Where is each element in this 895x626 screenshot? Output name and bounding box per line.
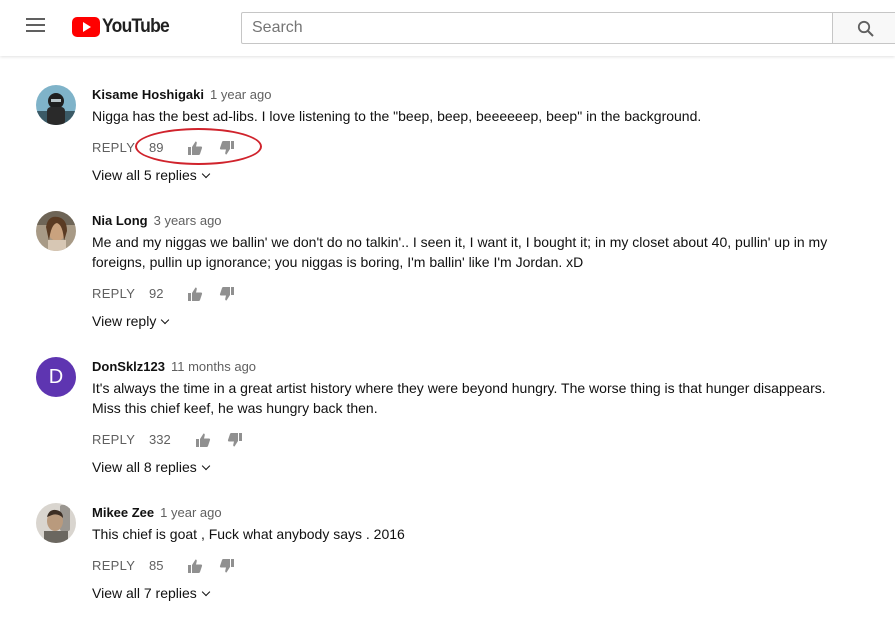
view-replies-label: View all 8 replies [92,459,197,475]
like-count: 85 [149,558,164,573]
like-icon[interactable] [187,286,203,302]
author-name[interactable]: DonSklz123 [92,359,165,374]
comment-text: It's always the time in a great artist h… [92,380,826,416]
chevron-down-icon [201,169,211,179]
like-icon[interactable] [187,558,203,574]
like-icon[interactable] [187,140,203,156]
view-replies-label: View reply [92,313,157,329]
comment-header: Nia Long 3 years ago [92,212,222,230]
dislike-icon[interactable] [219,286,235,302]
reply-button[interactable]: REPLY [92,286,135,301]
view-replies-button[interactable]: View all 7 replies [92,585,211,601]
like-icon[interactable] [195,432,211,448]
comment-time[interactable]: 1 year ago [210,87,271,102]
youtube-logo[interactable]: YouTube [72,15,175,39]
search-box [241,12,833,44]
comment-thread: Kisame Hoshigaki 1 year ago Nigga has the… [0,85,895,195]
search-input[interactable] [242,13,832,43]
comment-header: DonSklz123 11 months ago [92,358,256,376]
avatar[interactable] [36,85,76,125]
view-replies-label: View all 5 replies [92,167,197,183]
comment-header: Mikee Zee 1 year ago [92,504,222,522]
comment-text: Nigga has the best ad-libs. I love liste… [92,108,702,124]
comment-thread: D DonSklz123 11 months ago It's always th… [0,357,895,477]
comment-thread: Mikee Zee 1 year ago This chief is goat ,… [0,503,895,613]
view-replies-button[interactable]: View reply [92,313,170,329]
view-replies-button[interactable]: View all 5 replies [92,167,211,183]
comment-header: Kisame Hoshigaki 1 year ago [92,86,271,104]
comment-time[interactable]: 3 years ago [154,213,222,228]
comment-text: Me and my niggas we ballin' we don't do … [92,234,828,270]
masthead: YouTube [0,0,895,56]
logo-text: YouTube [102,16,170,37]
dislike-icon[interactable] [219,140,235,156]
avatar[interactable]: D [36,357,76,397]
comment-thread: Nia Long 3 years ago Me and my niggas we … [0,211,895,331]
chevron-down-icon [201,461,211,471]
view-replies-label: View all 7 replies [92,585,197,601]
author-name[interactable]: Kisame Hoshigaki [92,87,204,102]
avatar[interactable] [36,503,76,543]
reply-button[interactable]: REPLY [92,432,135,447]
view-replies-button[interactable]: View all 8 replies [92,459,211,475]
youtube-play-icon [72,17,100,37]
search-icon [857,20,874,37]
dislike-icon[interactable] [227,432,243,448]
author-name[interactable]: Mikee Zee [92,505,154,520]
chevron-down-icon [161,315,170,325]
menu-icon[interactable] [26,18,46,36]
comment-time[interactable]: 11 months ago [171,359,256,374]
like-count: 332 [149,432,171,447]
reply-button[interactable]: REPLY [92,558,135,573]
dislike-icon[interactable] [219,558,235,574]
search-button[interactable] [832,12,895,44]
like-count: 92 [149,286,164,301]
avatar[interactable] [36,211,76,251]
like-count: 89 [149,140,164,155]
comment-text: This chief is goat , Fuck what anybody s… [92,526,405,542]
chevron-down-icon [201,587,211,597]
author-name[interactable]: Nia Long [92,213,148,228]
reply-button[interactable]: REPLY [92,140,135,155]
comment-time[interactable]: 1 year ago [160,505,221,520]
